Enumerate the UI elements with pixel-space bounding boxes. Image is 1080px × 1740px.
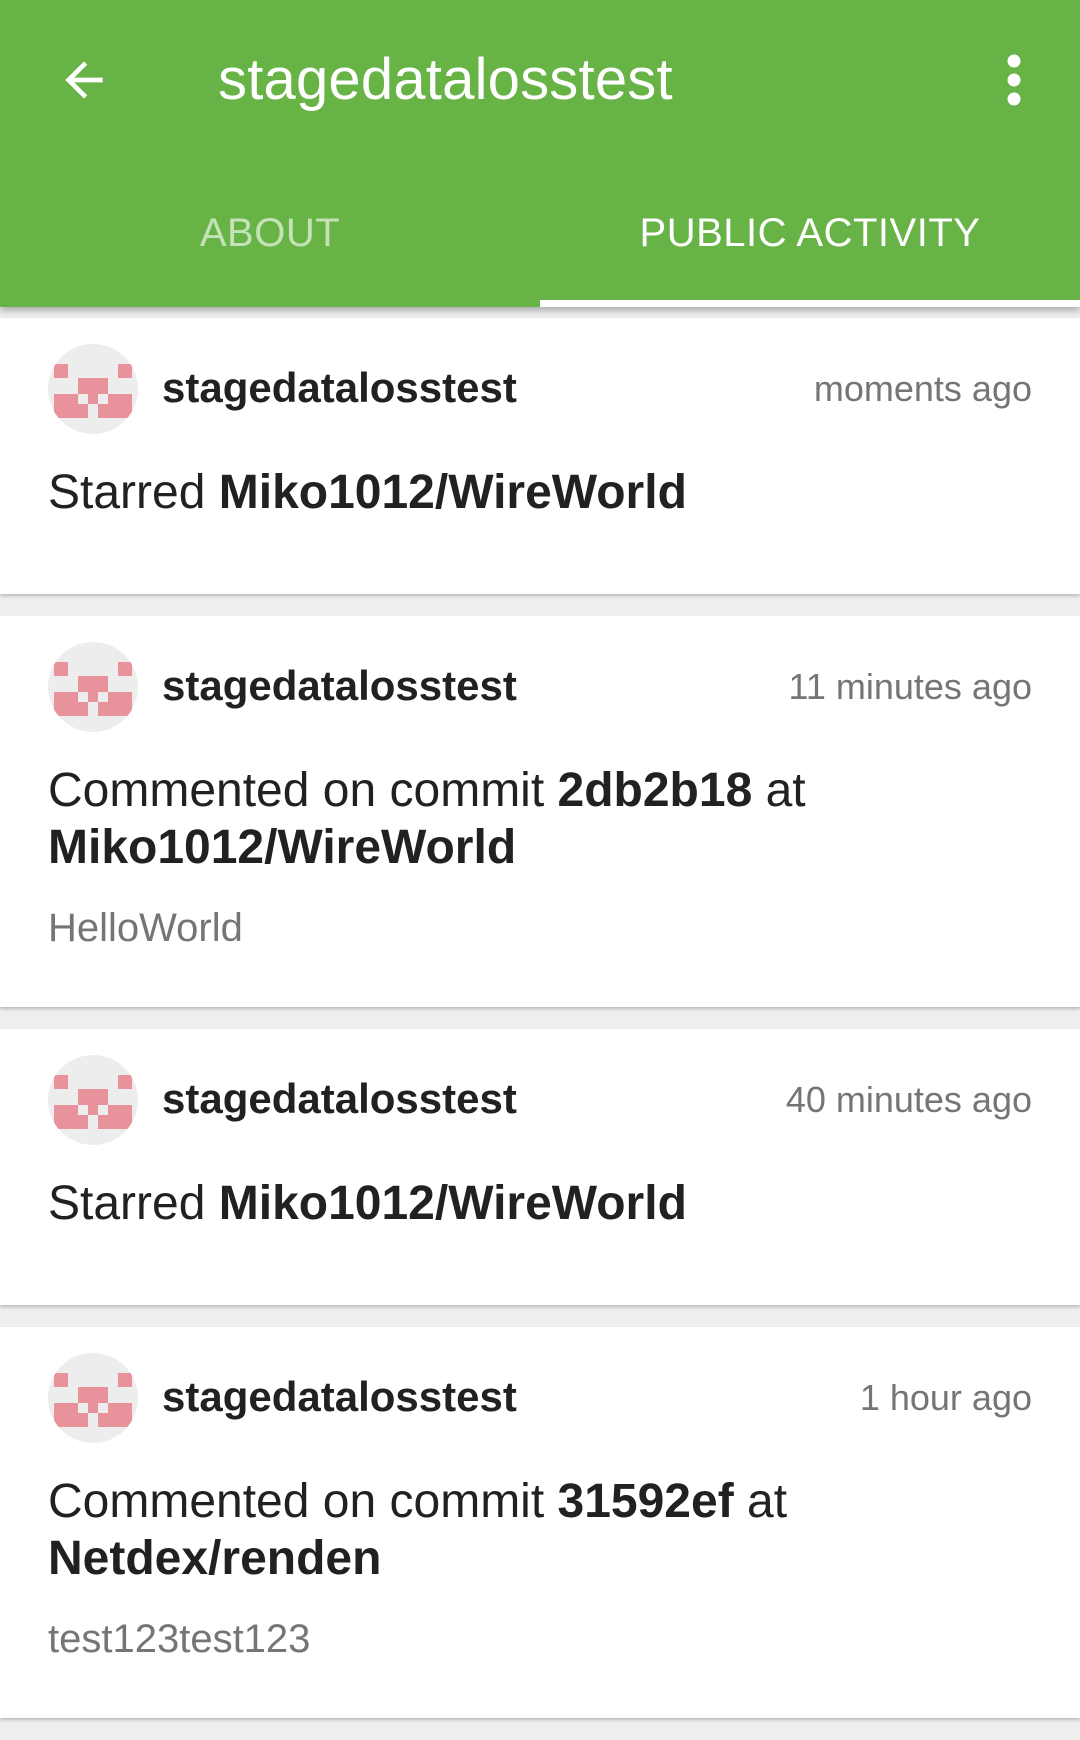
tab-public-activity[interactable]: PUBLIC ACTIVITY: [540, 165, 1080, 307]
activity-feed: stagedatalosstest moments ago Starred Mi…: [0, 318, 1080, 1740]
identicon-cell: [98, 1115, 108, 1129]
identicon-cell: [54, 1105, 78, 1129]
identicon-cell: [108, 1403, 132, 1427]
identicon-cell: [54, 1403, 78, 1427]
page-title: stagedatalosstest: [218, 47, 673, 112]
repo-link[interactable]: Miko1012/WireWorld: [219, 1177, 687, 1230]
app-bar: stagedatalosstest ABOUT PUBLIC ACTIVITY: [0, 0, 1080, 307]
identicon-cell: [108, 692, 132, 716]
activity-time: 11 minutes ago: [788, 666, 1033, 707]
avatar[interactable]: [48, 344, 138, 434]
arrow-left-icon: [65, 61, 103, 99]
identicon-cell: [108, 1105, 132, 1129]
activity-card[interactable]: stagedatalosstest 40 minutes ago Starred…: [0, 1029, 1080, 1305]
identicon-cell: [78, 1387, 108, 1403]
identicon-cell: [88, 692, 98, 702]
activity-username[interactable]: stagedatalosstest: [162, 1373, 517, 1421]
identicon-cell: [54, 394, 78, 418]
identicon-icon: [54, 364, 132, 418]
activity-username[interactable]: stagedatalosstest: [162, 662, 517, 710]
identicon-cell: [78, 378, 108, 394]
activity-username[interactable]: stagedatalosstest: [162, 1075, 517, 1123]
identicon-cell: [78, 1115, 88, 1129]
identicon-cell: [54, 692, 78, 716]
identicon-cell: [118, 1075, 132, 1089]
toolbar: stagedatalosstest: [0, 0, 1080, 165]
activity-card[interactable]: stagedatalosstest 1 hour ago Commented o…: [0, 1327, 1080, 1718]
action-text: Starred: [48, 466, 206, 519]
activity-card[interactable]: stagedatalosstest moments ago Starred Mi…: [0, 318, 1080, 594]
activity-time: moments ago: [813, 368, 1032, 409]
repo-link[interactable]: Miko1012/WireWorld: [48, 821, 516, 874]
identicon-cell: [108, 394, 132, 418]
more-vert-icon: [1007, 54, 1021, 106]
action-text: Commented on commit: [48, 1475, 545, 1528]
activity-card[interactable]: stagedatalosstest 11 minutes ago Comment…: [0, 616, 1080, 1007]
overflow-menu-button[interactable]: [990, 40, 1038, 120]
avatar[interactable]: [48, 1353, 138, 1443]
identicon-cell: [78, 1089, 108, 1105]
action-connector: at: [765, 764, 806, 817]
repo-link[interactable]: Miko1012/WireWorld: [219, 466, 687, 519]
identicon-cell: [78, 676, 108, 692]
identicon-cell: [54, 662, 68, 676]
identicon-cell: [98, 1413, 108, 1427]
avatar[interactable]: [48, 642, 138, 732]
action-text: Starred: [48, 1177, 206, 1230]
identicon-cell: [78, 1413, 88, 1427]
identicon-cell: [118, 364, 132, 378]
identicon-cell: [78, 404, 88, 418]
activity-time: 1 hour ago: [859, 1377, 1032, 1418]
activity-description: Commented on commit 2db2b18 at Miko1012/…: [48, 762, 1032, 876]
comment-text: test123test123: [48, 1617, 311, 1661]
activity-description: Starred Miko1012/WireWorld: [48, 464, 1032, 521]
repo-link[interactable]: Netdex/renden: [48, 1532, 381, 1585]
action-text: Commented on commit: [48, 764, 545, 817]
identicon-cell: [98, 404, 108, 418]
activity-username[interactable]: stagedatalosstest: [162, 364, 517, 412]
commit-link[interactable]: 2db2b18: [558, 764, 753, 817]
identicon-icon: [54, 1373, 132, 1427]
identicon-cell: [98, 702, 108, 716]
tab-bar: ABOUT PUBLIC ACTIVITY: [0, 165, 1080, 307]
identicon-cell: [118, 662, 132, 676]
identicon-cell: [118, 1373, 132, 1387]
identicon-icon: [54, 1075, 132, 1129]
activity-description: Commented on commit 31592ef at Netdex/re…: [48, 1473, 1032, 1587]
identicon-cell: [78, 702, 88, 716]
comment-text: HelloWorld: [48, 906, 243, 950]
identicon-cell: [88, 394, 98, 404]
activity-description: Starred Miko1012/WireWorld: [48, 1175, 1032, 1232]
avatar[interactable]: [48, 1055, 138, 1145]
identicon-icon: [54, 662, 132, 716]
identicon-cell: [88, 1105, 98, 1115]
tab-about[interactable]: ABOUT: [0, 165, 540, 307]
activity-time: 40 minutes ago: [785, 1079, 1032, 1120]
identicon-cell: [54, 1075, 68, 1089]
identicon-cell: [54, 364, 68, 378]
back-button[interactable]: [44, 40, 124, 120]
identicon-cell: [88, 1403, 98, 1413]
identicon-cell: [54, 1373, 68, 1387]
commit-link[interactable]: 31592ef: [558, 1475, 734, 1528]
action-connector: at: [747, 1475, 788, 1528]
